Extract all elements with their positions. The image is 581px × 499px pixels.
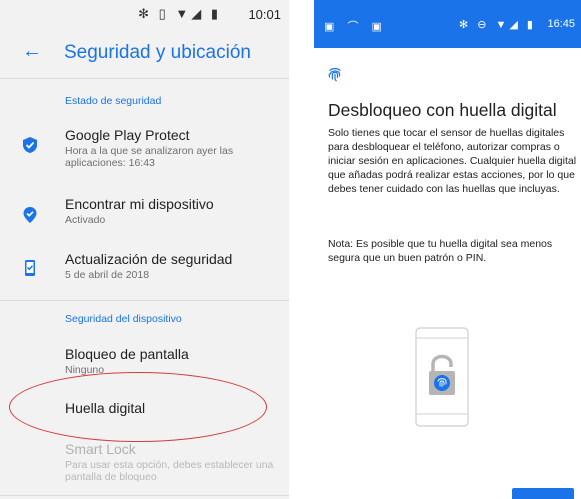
divider (0, 300, 289, 301)
status-time: 16:45 (547, 18, 575, 30)
shield-check-icon (22, 136, 38, 154)
page-title: Seguridad y ubicación (64, 42, 251, 63)
status-icons: ✻ ▯ ▼◢ ▮ (138, 6, 221, 21)
setting-smart-lock: Smart Lock Para usar esta opción, debes … (0, 439, 289, 489)
setting-security-update[interactable]: Actualización de seguridad 5 de abril de… (0, 249, 289, 293)
setting-title: Bloqueo de pantalla (65, 346, 189, 362)
section-header-device-security: Seguridad del dispositivo (65, 313, 182, 325)
setting-title: Actualización de seguridad (65, 251, 233, 267)
fingerprint-icon (328, 66, 342, 87)
setting-google-play-protect[interactable]: Google Play Protect Hora a la que se ana… (0, 125, 289, 181)
setting-title: Encontrar mi dispositivo (65, 196, 214, 212)
description-text: Solo tienes que tocar el sensor de huell… (328, 127, 577, 195)
notification-icons: ▣ ⌒ ▣ (324, 21, 387, 33)
setting-find-my-device[interactable]: Encontrar mi dispositivo Activado (0, 194, 289, 238)
status-bar: ✻ ▯ ▼◢ ▮ 10:01 (0, 0, 289, 28)
next-button[interactable] (512, 488, 574, 499)
phone-fingerprint-illustration (404, 326, 480, 433)
phone-check-icon (22, 259, 38, 277)
left-phone-screen: ✻ ▯ ▼◢ ▮ 10:01 ← Seguridad y ubicación E… (0, 0, 289, 499)
location-check-icon (22, 206, 38, 224)
setting-subtitle: Para usar esta opción, debes establecer … (65, 459, 274, 483)
setting-title: Smart Lock (65, 441, 136, 457)
status-time: 10:01 (248, 7, 281, 22)
status-icons: ✻ ⊖ ▼◢ ▮ (458, 19, 536, 31)
divider (0, 78, 289, 79)
note-text: Nota: Es posible que tu huella digital s… (328, 238, 553, 264)
back-arrow-icon[interactable]: ← (22, 40, 42, 63)
page-title: Desbloqueo con huella digital (328, 100, 557, 120)
right-phone-screen: ▣ ⌒ ▣ ✻ ⊖ ▼◢ ▮ 16:45 Desbloqueo con huel… (314, 0, 581, 499)
section-header-security-status: Estado de seguridad (65, 95, 162, 107)
setting-title: Google Play Protect (65, 127, 190, 143)
setting-subtitle: Activado (65, 214, 106, 226)
highlight-annotation (9, 372, 267, 442)
setting-subtitle: 5 de abril de 2018 (65, 269, 150, 281)
divider (0, 495, 289, 496)
setting-subtitle: Hora a la que se analizaron ayer las apl… (65, 145, 234, 169)
status-bar: ▣ ⌒ ▣ ✻ ⊖ ▼◢ ▮ 16:45 (314, 0, 581, 48)
app-bar: ← Seguridad y ubicación (0, 28, 289, 78)
